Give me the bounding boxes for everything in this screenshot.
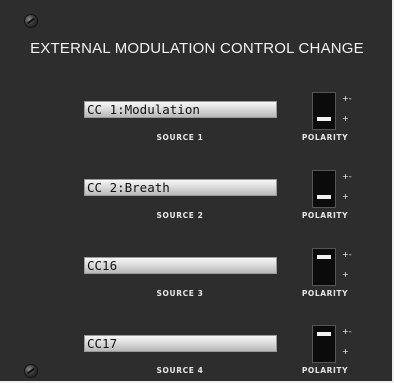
plus-label: + xyxy=(342,270,349,279)
polarity-4-label: POLARITY xyxy=(301,366,349,375)
polarity-3-switch[interactable] xyxy=(312,248,336,286)
source-4-label: SOURCE 4 xyxy=(156,366,204,375)
polarity-1-switch[interactable] xyxy=(312,92,336,130)
plus-minus-label: +- xyxy=(342,94,352,103)
source-2-label: SOURCE 2 xyxy=(156,211,204,220)
switch-lever-icon xyxy=(317,117,331,121)
polarity-4-switch[interactable] xyxy=(312,325,336,363)
screw-icon xyxy=(25,365,37,377)
source-3-field[interactable]: CC16 xyxy=(84,257,277,274)
switch-lever-icon xyxy=(317,195,331,199)
plus-minus-label: +- xyxy=(342,172,352,181)
plus-label: + xyxy=(342,114,349,123)
polarity-2-switch[interactable] xyxy=(312,170,336,208)
plus-minus-label: +- xyxy=(342,327,352,336)
screw-icon xyxy=(25,15,37,27)
source-2-field[interactable]: CC 2:Breath xyxy=(84,179,277,196)
switch-lever-icon xyxy=(317,255,331,259)
plus-minus-label: +- xyxy=(342,250,352,259)
source-1-label: SOURCE 1 xyxy=(156,133,204,142)
polarity-3-label: POLARITY xyxy=(301,289,349,298)
source-4-field[interactable]: CC17 xyxy=(84,335,277,352)
source-1-field[interactable]: CC 1:Modulation xyxy=(84,101,277,118)
panel-title: EXTERNAL MODULATION CONTROL CHANGE xyxy=(30,40,364,57)
modulation-panel: EXTERNAL MODULATION CONTROL CHANGE CC 1:… xyxy=(0,0,394,383)
switch-lever-icon xyxy=(317,332,331,336)
polarity-1-label: POLARITY xyxy=(301,133,349,142)
plus-label: + xyxy=(342,192,349,201)
plus-label: + xyxy=(342,347,349,356)
source-3-label: SOURCE 3 xyxy=(156,289,204,298)
polarity-2-label: POLARITY xyxy=(301,211,349,220)
